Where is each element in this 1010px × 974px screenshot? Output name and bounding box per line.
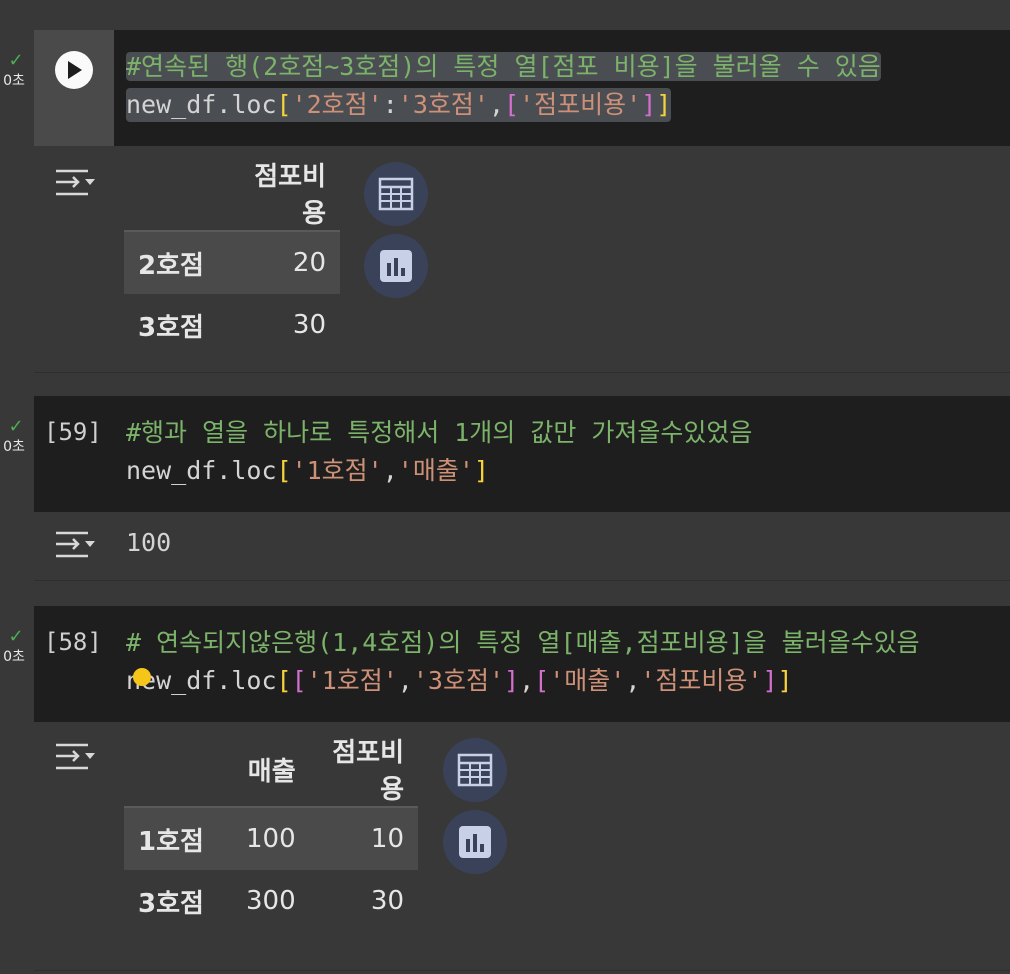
table-icon bbox=[378, 177, 414, 211]
code-token: '매출' bbox=[397, 456, 474, 485]
code-token: [ bbox=[276, 456, 292, 485]
code-token: '점포비용' bbox=[640, 666, 763, 695]
table-cell: 30 bbox=[292, 310, 326, 340]
code-token: '2호점' bbox=[291, 90, 383, 119]
execution-time: 0초 bbox=[3, 73, 25, 89]
checkmark-icon: ✓ bbox=[8, 416, 24, 437]
lightbulb-icon[interactable] bbox=[133, 668, 151, 686]
convert-to-table-button[interactable] bbox=[364, 162, 428, 226]
run-button[interactable] bbox=[55, 51, 93, 89]
code-token: : bbox=[382, 90, 398, 119]
code-token: [ bbox=[276, 90, 292, 119]
code-line[interactable]: # 연속되지않은행(1,4호점)의 특정 열[매출,점포비용]을 불러올수있음 bbox=[126, 626, 920, 660]
execution-count[interactable]: [59] bbox=[44, 418, 102, 446]
scalar-output: 100 bbox=[126, 528, 172, 557]
output-toggle-icon[interactable] bbox=[54, 742, 98, 772]
code-token: '3호점' bbox=[412, 666, 505, 695]
cell-status: ✓ 0초 bbox=[0, 52, 32, 90]
dataframe-table: 점포비용 2호점 20 3호점 30 bbox=[124, 156, 340, 356]
code-token: , bbox=[397, 666, 413, 695]
table-cell: 20 bbox=[292, 248, 326, 278]
code-token: ] bbox=[473, 456, 489, 485]
table-header-row: 매출 점포비용 bbox=[124, 732, 418, 808]
table-header-row: 점포비용 bbox=[124, 156, 340, 232]
table-row: 1호점 100 10 bbox=[124, 807, 418, 870]
table-row: 3호점 300 30 bbox=[124, 870, 418, 932]
code-line[interactable]: new_df.loc['1호점','매출'] bbox=[126, 454, 489, 488]
suggest-chart-button[interactable] bbox=[443, 810, 507, 874]
row-index: 1호점 bbox=[138, 826, 204, 857]
checkmark-icon: ✓ bbox=[8, 50, 24, 71]
bar-chart-icon bbox=[459, 826, 491, 858]
code-token: new_df.loc bbox=[126, 90, 277, 119]
code-token: [ bbox=[504, 90, 520, 119]
code-token: [ bbox=[291, 666, 307, 695]
row-index: 3호점 bbox=[138, 312, 204, 343]
code-token: '3호점' bbox=[397, 90, 489, 119]
convert-to-table-button[interactable] bbox=[443, 738, 507, 802]
code-token: , bbox=[625, 666, 641, 695]
checkmark-icon: ✓ bbox=[8, 626, 24, 647]
table-row: 2호점 20 bbox=[124, 231, 340, 294]
top-strip bbox=[0, 0, 1010, 30]
suggest-chart-button[interactable] bbox=[364, 234, 428, 298]
table-cell: 300 bbox=[246, 886, 296, 916]
table-cell: 10 bbox=[370, 824, 404, 854]
column-header: 매출 bbox=[232, 732, 310, 808]
code-token: ] bbox=[656, 90, 672, 119]
code-comment: # 연속되지않은행(1,4호점)의 특정 열[매출,점포비용]을 불러올수있음 bbox=[126, 628, 920, 657]
code-token: ] bbox=[777, 666, 793, 695]
code-token: , bbox=[519, 666, 535, 695]
index-header bbox=[124, 732, 232, 808]
cell-status: ✓ 0초 bbox=[0, 418, 32, 456]
index-header bbox=[124, 156, 232, 232]
code-token: [ bbox=[534, 666, 550, 695]
code-token: ] bbox=[641, 90, 657, 119]
code-token: '1호점' bbox=[291, 456, 383, 485]
row-index: 3호점 bbox=[138, 888, 204, 919]
play-icon bbox=[68, 61, 82, 79]
code-token: , bbox=[382, 456, 398, 485]
output-area bbox=[34, 512, 1010, 581]
code-line[interactable]: new_df.loc[['1호점','3호점'],['매출','점포비용']] bbox=[126, 664, 793, 698]
code-token: '1호점' bbox=[306, 666, 398, 695]
code-comment: #연속된 행(2호점~3호점)의 특정 열[점포 비용]을 불러올 수 있음 bbox=[126, 52, 881, 81]
column-header: 점포비용 bbox=[309, 732, 418, 808]
execution-time: 0초 bbox=[3, 439, 25, 455]
table-cell: 100 bbox=[246, 824, 296, 854]
row-index: 2호점 bbox=[138, 250, 204, 281]
code-line[interactable]: #행과 열을 하나로 특정해서 1개의 값만 가져올수있었음 bbox=[126, 416, 752, 450]
table-row: 3호점 30 bbox=[124, 294, 340, 356]
execution-count[interactable]: [58] bbox=[44, 628, 102, 656]
run-area[interactable] bbox=[34, 30, 114, 146]
table-icon bbox=[457, 753, 493, 787]
code-comment: #행과 열을 하나로 특정해서 1개의 값만 가져올수있었음 bbox=[126, 418, 753, 447]
code-token: '점포비용' bbox=[519, 90, 642, 119]
code-token: [ bbox=[276, 666, 292, 695]
cell-status: ✓ 0초 bbox=[0, 628, 32, 666]
code-token: ] bbox=[504, 666, 520, 695]
code-token: new_df.loc bbox=[126, 456, 277, 485]
code-line[interactable]: #연속된 행(2호점~3호점)의 특정 열[점포 비용]을 불러올 수 있음 bbox=[126, 50, 881, 84]
column-header: 점포비용 bbox=[232, 156, 340, 232]
bar-chart-icon bbox=[380, 250, 412, 282]
table-cell: 30 bbox=[370, 886, 404, 916]
dataframe-table: 매출 점포비용 1호점 100 10 3호점 300 30 bbox=[124, 732, 418, 932]
execution-time: 0초 bbox=[3, 649, 25, 665]
code-token: , bbox=[488, 90, 505, 119]
output-toggle-icon[interactable] bbox=[54, 168, 98, 198]
code-line[interactable]: new_df.loc['2호점':'3호점',['점포비용']] bbox=[126, 88, 672, 122]
code-token: ] bbox=[762, 666, 778, 695]
output-toggle-icon[interactable] bbox=[54, 530, 98, 560]
code-token: '매출' bbox=[549, 666, 626, 695]
